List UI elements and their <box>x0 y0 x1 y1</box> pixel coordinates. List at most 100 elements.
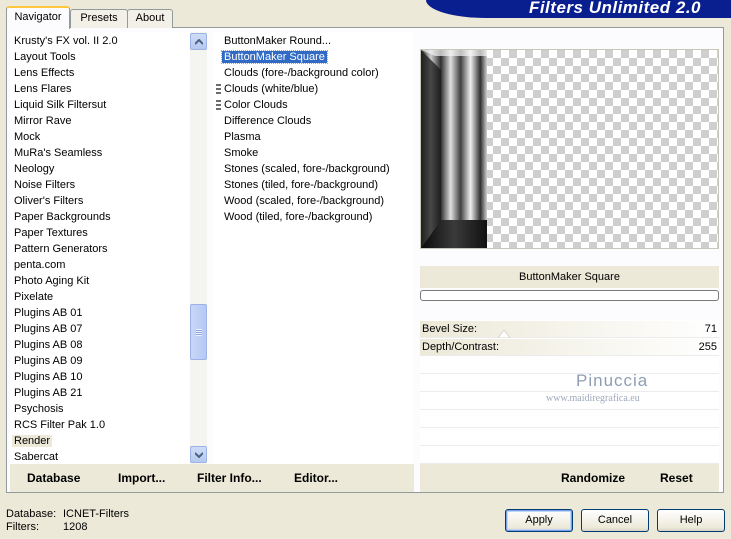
category-item-label: Mock <box>14 131 41 143</box>
category-list[interactable]: Krusty's FX vol. II 2.0 Layout Tools Lens … <box>10 32 190 464</box>
scroll-up-button[interactable] <box>190 33 207 50</box>
param-empty-row <box>420 375 719 392</box>
chevron-down-icon <box>195 452 203 458</box>
category-item-label: Pattern Generators <box>14 243 108 255</box>
category-item-label: Neology <box>14 163 55 175</box>
drag-grip-icon <box>216 83 221 95</box>
category-item[interactable]: Mock <box>10 129 190 145</box>
editor-button[interactable]: Editor... <box>294 471 338 485</box>
category-item[interactable]: Lens Effects <box>10 65 190 81</box>
filter-item[interactable]: Wood (scaled, fore-/background) <box>214 193 414 209</box>
reset-button[interactable]: Reset <box>660 471 693 485</box>
category-item-label: Liquid Silk Filtersut <box>14 99 107 111</box>
category-item-label: Oliver's Filters <box>14 195 84 207</box>
param-value: 71 <box>704 323 717 335</box>
filter-item-label: Wood (tiled, fore-/background) <box>224 211 373 223</box>
filter-item-label: Stones (tiled, fore-/background) <box>224 179 379 191</box>
category-item[interactable]: Sabercat <box>10 449 190 464</box>
filter-item[interactable]: ButtonMaker Round... <box>214 33 414 49</box>
category-item[interactable]: Krusty's FX vol. II 2.0 <box>10 33 190 49</box>
watermark-url: www.maidiregrafica.eu <box>546 393 640 404</box>
category-item[interactable]: Plugins AB 09 <box>10 353 190 369</box>
tab-navigator[interactable]: Navigator <box>6 6 70 29</box>
category-item[interactable]: Plugins AB 07 <box>10 321 190 337</box>
filter-item[interactable]: Clouds (fore-/background color) <box>214 65 414 81</box>
randomize-button[interactable]: Randomize <box>561 471 625 485</box>
category-item[interactable]: Lens Flares <box>10 81 190 97</box>
apply-button[interactable]: Apply <box>505 509 573 532</box>
category-item-label: Paper Textures <box>14 227 88 239</box>
category-item[interactable]: Neology <box>10 161 190 177</box>
import-button[interactable]: Import... <box>118 471 165 485</box>
filter-item[interactable]: Plasma <box>214 129 414 145</box>
cancel-button[interactable]: Cancel <box>581 509 649 532</box>
filter-item-label: Clouds (fore-/background color) <box>224 67 379 79</box>
filter-item-label: Clouds (white/blue) <box>224 83 319 95</box>
filter-item-label: ButtonMaker Square <box>221 50 328 64</box>
category-item[interactable]: Plugins AB 08 <box>10 337 190 353</box>
filter-item[interactable]: ButtonMaker Square <box>214 49 414 65</box>
category-scrollbar[interactable] <box>190 32 207 464</box>
category-item[interactable]: penta.com <box>10 257 190 273</box>
param-empty-row <box>420 357 719 374</box>
category-item-label: Sabercat <box>14 451 59 463</box>
param-value: 255 <box>698 341 717 353</box>
category-item[interactable]: Psychosis <box>10 401 190 417</box>
filter-item[interactable]: Stones (scaled, fore-/background) <box>214 161 414 177</box>
scroll-thumb[interactable] <box>190 304 207 360</box>
param-depth-contrast[interactable]: Depth/Contrast: 255 <box>420 339 719 356</box>
category-item-label: Lens Flares <box>14 83 72 95</box>
filters-label: Filters: <box>6 521 39 533</box>
filter-info-button[interactable]: Filter Info... <box>197 471 262 485</box>
filter-item-label: ButtonMaker Round... <box>224 35 332 47</box>
effect-preview <box>420 49 719 249</box>
database-button[interactable]: Database <box>27 471 80 485</box>
param-bevel-size[interactable]: Bevel Size: 71 <box>420 321 719 338</box>
category-item[interactable]: Plugins AB 21 <box>10 385 190 401</box>
category-item-label: RCS Filter Pak 1.0 <box>14 419 106 431</box>
category-item-label: MuRa's Seamless <box>14 147 103 159</box>
filter-item[interactable]: Color Clouds <box>214 97 414 113</box>
category-item[interactable]: Plugins AB 10 <box>10 369 190 385</box>
category-item[interactable]: Layout Tools <box>10 49 190 65</box>
param-empty-row <box>420 429 719 446</box>
preview-toolbar: Randomize Reset <box>420 464 719 492</box>
category-item-label: Psychosis <box>14 403 64 415</box>
category-item[interactable]: Oliver's Filters <box>10 193 190 209</box>
category-item[interactable]: RCS Filter Pak 1.0 <box>10 417 190 433</box>
filter-item[interactable]: Clouds (white/blue) <box>214 81 414 97</box>
category-item[interactable]: Pixelate <box>10 289 190 305</box>
category-item[interactable]: Noise Filters <box>10 177 190 193</box>
tab-about[interactable]: About <box>127 9 173 28</box>
category-item[interactable]: Pattern Generators <box>10 241 190 257</box>
category-item-label: Lens Effects <box>14 67 75 79</box>
database-value: ICNET-Filters <box>63 508 129 520</box>
database-info: Database: ICNET-Filters <box>6 508 129 520</box>
filter-item[interactable]: Difference Clouds <box>214 113 414 129</box>
category-item[interactable]: Plugins AB 01 <box>10 305 190 321</box>
preview-image <box>421 50 487 248</box>
slider-thumb-icon[interactable] <box>498 330 510 338</box>
chevron-up-icon <box>195 39 203 45</box>
filters-count: 1208 <box>63 521 88 533</box>
category-item[interactable]: Liquid Silk Filtersut <box>10 97 190 113</box>
category-item-label: Layout Tools <box>14 51 76 63</box>
filter-item[interactable]: Smoke <box>214 145 414 161</box>
category-item[interactable]: MuRa's Seamless <box>10 145 190 161</box>
param-label: Bevel Size: <box>422 323 478 335</box>
tab-presets[interactable]: Presets <box>70 9 128 28</box>
database-label: Database: <box>6 508 57 520</box>
category-item[interactable]: Paper Textures <box>10 225 190 241</box>
progress-bar <box>420 290 719 301</box>
filter-item[interactable]: Wood (tiled, fore-/background) <box>214 209 414 225</box>
category-item[interactable]: Paper Backgrounds <box>10 209 190 225</box>
category-item[interactable]: Mirror Rave <box>10 113 190 129</box>
help-button[interactable]: Help <box>657 509 725 532</box>
category-item-label: Noise Filters <box>14 179 76 191</box>
category-item-label: Photo Aging Kit <box>14 275 90 287</box>
category-item[interactable]: Photo Aging Kit <box>10 273 190 289</box>
filter-item[interactable]: Stones (tiled, fore-/background) <box>214 177 414 193</box>
category-item[interactable]: Render <box>10 433 190 449</box>
scroll-down-button[interactable] <box>190 446 207 463</box>
filter-list[interactable]: ButtonMaker Round... ButtonMaker Square Cl… <box>214 32 414 464</box>
